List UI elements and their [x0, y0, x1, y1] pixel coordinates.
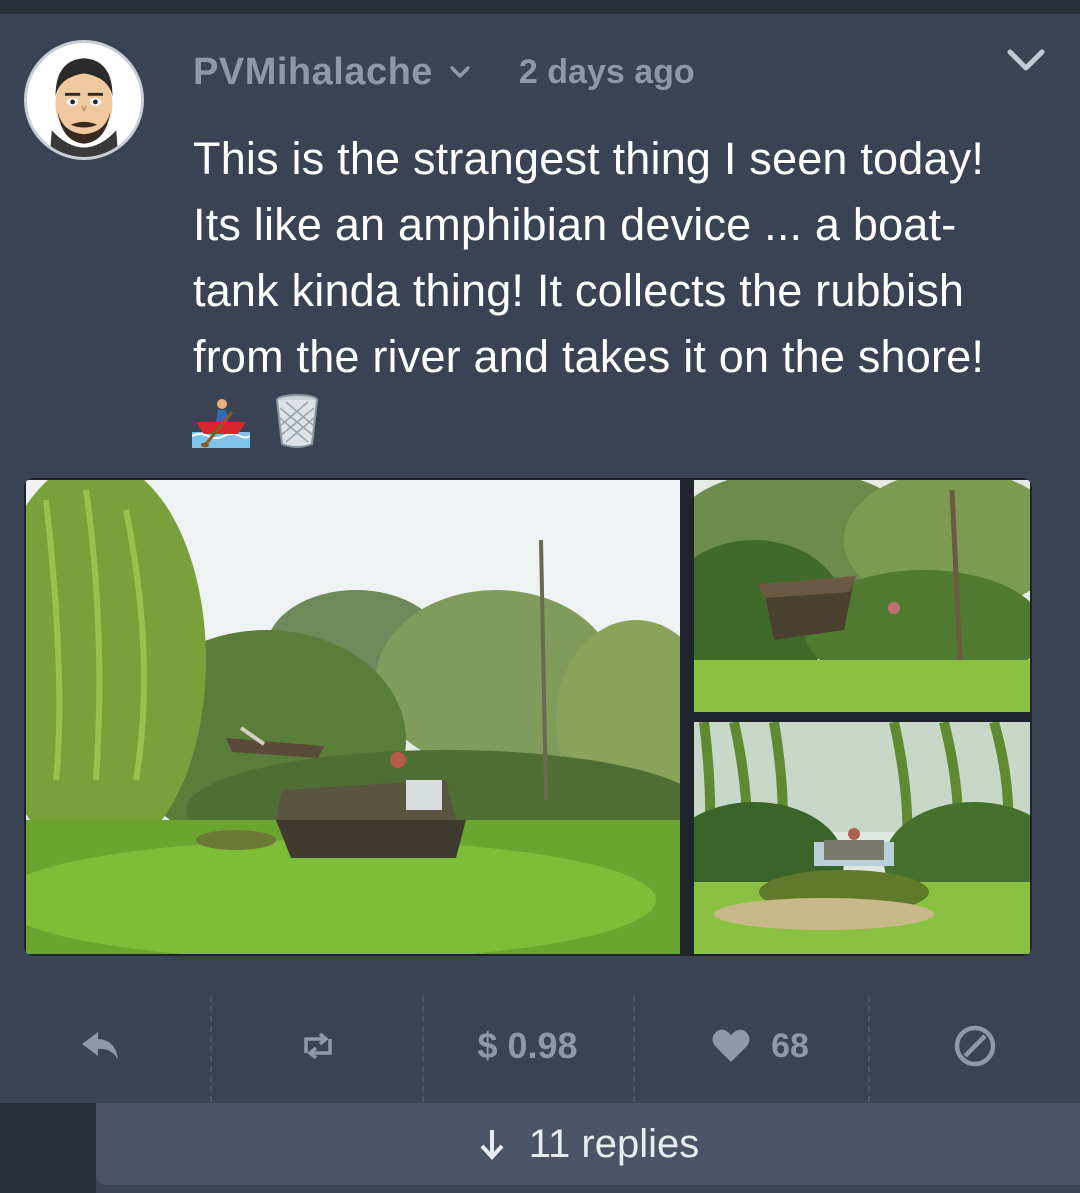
- post-body-line: Its like an amphibian device ... a boat-: [193, 199, 957, 250]
- resteem-button[interactable]: [258, 990, 378, 1102]
- resteem-icon: [304, 1033, 332, 1059]
- action-divider: [868, 996, 870, 1102]
- block-icon: [954, 1025, 996, 1067]
- post-body-line: This is the strangest thing I seen today…: [193, 133, 985, 184]
- post-header: PVMihalache 2 days ago: [193, 44, 695, 100]
- image-gallery: [24, 478, 1032, 956]
- top-strip: [0, 0, 1080, 14]
- vote-count: 68: [771, 1026, 809, 1065]
- replies-count-label: 11 replies: [528, 1121, 700, 1166]
- bottom-left-filler: [0, 1103, 96, 1193]
- emoji-row: [191, 392, 326, 452]
- reply-icon: [82, 1032, 118, 1060]
- boat-behind-bushes-photo[interactable]: [694, 480, 1030, 712]
- action-divider: [210, 996, 212, 1102]
- heart-icon: [712, 1029, 750, 1062]
- flag-button[interactable]: [920, 990, 1030, 1102]
- reply-button[interactable]: [40, 990, 160, 1102]
- replies-toggle[interactable]: 11 replies: [96, 1103, 1080, 1185]
- boat-under-willow-photo[interactable]: [694, 722, 1030, 954]
- post-timestamp[interactable]: 2 days ago: [519, 53, 695, 92]
- payout-value[interactable]: $ 0.98: [440, 990, 615, 1102]
- chevron-down-icon[interactable]: [447, 59, 473, 85]
- author-avatar[interactable]: [24, 40, 144, 160]
- post-body-line: from the river and takes it on the shore…: [193, 331, 985, 382]
- post-body-line: tank kinda thing! It collects the rubbis…: [193, 265, 965, 316]
- rowboat-emoji-icon: [191, 392, 251, 450]
- author-name[interactable]: PVMihalache: [193, 51, 433, 94]
- post-action-bar: $ 0.98 68: [0, 990, 1080, 1102]
- amphibious-boat-on-grass-photo[interactable]: [26, 480, 680, 954]
- post-menu-chevron-icon[interactable]: [1004, 38, 1048, 82]
- action-divider: [633, 996, 635, 1102]
- post-body: This is the strangest thing I seen today…: [193, 126, 1043, 390]
- upvote-button[interactable]: 68: [680, 990, 840, 1102]
- action-divider: [422, 996, 424, 1102]
- arrow-down-icon: [480, 1130, 504, 1160]
- wastebasket-emoji-icon: [268, 392, 326, 450]
